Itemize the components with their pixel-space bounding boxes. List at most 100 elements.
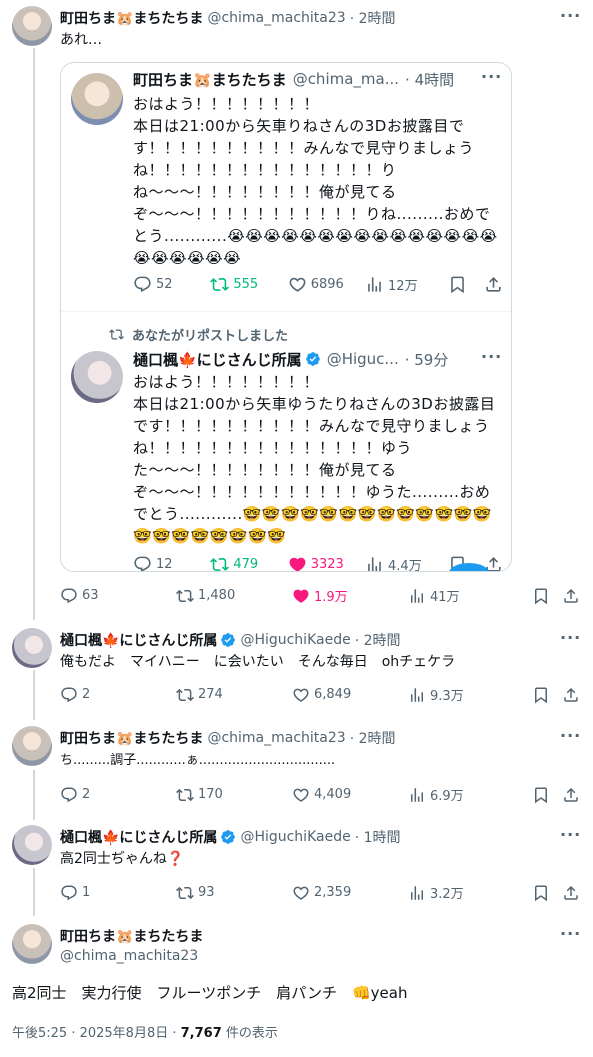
author-name[interactable]: 樋口楓🍁にじさんじ所属: [60, 630, 217, 650]
retweet-button[interactable]: 479: [210, 555, 287, 572]
reply-icon: [133, 275, 152, 294]
author-handle[interactable]: @chima_ma...: [293, 70, 399, 88]
more-options-icon[interactable]: ···: [481, 347, 502, 366]
like-button[interactable]: 6,849: [292, 686, 408, 704]
reply-count: 1: [82, 885, 91, 900]
more-options-icon[interactable]: ···: [560, 924, 581, 943]
bookmark-button[interactable]: [532, 587, 562, 605]
timestamp[interactable]: · 1時間: [355, 827, 401, 847]
quoted-tweets-card[interactable]: 町田ちま🐹まちたちま @chima_ma... · 4時間 ··· おはよう！！…: [60, 62, 512, 572]
reply-button[interactable]: 1: [60, 884, 176, 902]
like-button[interactable]: 1.9万: [292, 586, 408, 605]
thread-line: [33, 48, 35, 620]
retweet-count: 93: [198, 885, 215, 900]
author-handle[interactable]: @chima_machita23: [207, 730, 345, 746]
like-button[interactable]: 2,359: [292, 884, 408, 902]
retweet-button[interactable]: 93: [176, 884, 292, 902]
timestamp[interactable]: · 2時間: [350, 728, 396, 748]
author-handle[interactable]: @Higuc...: [327, 350, 399, 368]
tweet-meta: 午後5:25 · 2025年8月8日 · 7,767 件の表示: [12, 1022, 278, 1041]
avatar[interactable]: [12, 628, 52, 668]
reply-count: 52: [156, 277, 173, 292]
reply-icon: [60, 884, 78, 902]
timestamp[interactable]: · 2時間: [350, 8, 396, 28]
bookmark-button[interactable]: [532, 884, 562, 902]
retweet-button[interactable]: 274: [176, 686, 292, 704]
views-button[interactable]: 41万: [408, 586, 532, 605]
retweet-icon: [176, 884, 194, 902]
more-options-icon[interactable]: ···: [560, 628, 581, 647]
avatar[interactable]: [12, 825, 52, 865]
author-name[interactable]: 町田ちま🐹まちたちま: [60, 926, 203, 946]
bookmark-button[interactable]: [532, 786, 562, 804]
views-icon: [408, 786, 426, 804]
bookmark-button[interactable]: [448, 275, 484, 294]
share-button[interactable]: [562, 884, 580, 902]
more-options-icon[interactable]: ···: [560, 825, 581, 844]
author-handle[interactable]: @chima_machita23: [60, 948, 198, 964]
reply-button[interactable]: 63: [60, 587, 176, 605]
avatar[interactable]: [71, 351, 123, 403]
like-count: 6896: [310, 277, 344, 292]
author-handle[interactable]: @chima_machita23: [207, 10, 345, 26]
author-name[interactable]: 町田ちま🐹まちたちま: [133, 69, 287, 90]
view-count: 7,767: [180, 1026, 222, 1041]
share-button[interactable]: [484, 275, 503, 294]
reply-count: 63: [82, 588, 99, 603]
like-button[interactable]: 6896: [288, 275, 365, 294]
tweet-timestamp[interactable]: 午後5:25 · 2025年8月8日 ·: [12, 1026, 181, 1041]
share-button[interactable]: [562, 686, 580, 704]
retweet-button[interactable]: 1,480: [176, 587, 292, 605]
bookmark-icon: [532, 786, 550, 804]
retweet-icon: [210, 555, 229, 572]
more-options-icon[interactable]: ···: [560, 6, 581, 25]
like-button[interactable]: 4,409: [292, 786, 408, 804]
retweet-button[interactable]: 170: [176, 786, 292, 804]
retweet-icon: [176, 786, 194, 804]
bookmark-button[interactable]: [532, 686, 562, 704]
tweet-text: あれ…: [60, 32, 102, 48]
share-icon: [562, 884, 580, 902]
retweet-count: 555: [233, 277, 259, 292]
timestamp[interactable]: · 59分: [405, 349, 449, 370]
retweet-icon: [109, 327, 124, 342]
like-icon: [292, 686, 310, 704]
like-button[interactable]: 3323: [288, 555, 365, 571]
share-button[interactable]: [562, 587, 580, 605]
author-name[interactable]: 樋口楓🍁にじさんじ所属: [133, 349, 302, 370]
views-button[interactable]: 3.2万: [408, 883, 532, 902]
repost-indicator: あなたがリポストしました: [109, 325, 288, 344]
timestamp[interactable]: · 4時間: [405, 69, 454, 90]
author-handle[interactable]: @HiguchiKaede: [240, 632, 350, 648]
share-icon: [484, 275, 503, 294]
like-count: 1.9万: [314, 590, 348, 605]
more-options-icon[interactable]: ···: [560, 726, 581, 745]
bookmark-icon: [532, 884, 550, 902]
retweet-button[interactable]: 555: [210, 275, 287, 294]
views-button[interactable]: 12万: [365, 275, 448, 294]
author-handle[interactable]: @HiguchiKaede: [240, 829, 350, 845]
like-count: 4,409: [314, 787, 352, 802]
avatar[interactable]: [71, 73, 123, 125]
retweet-count: 479: [233, 557, 259, 572]
author-name[interactable]: 町田ちま🐹まちたちま: [60, 728, 203, 748]
reply-button[interactable]: 12: [133, 555, 210, 571]
avatar[interactable]: [12, 924, 52, 964]
tweet-text: おはよう！！！！！！！！ 本日は21:00から矢車ゆうたりねさんの3Dお披露目で…: [133, 373, 496, 545]
retweet-icon: [210, 275, 229, 294]
avatar[interactable]: [12, 6, 52, 46]
share-button[interactable]: [562, 786, 580, 804]
reply-button[interactable]: 2: [60, 786, 176, 804]
reply-button[interactable]: 2: [60, 686, 176, 704]
avatar[interactable]: [12, 726, 52, 766]
timestamp[interactable]: · 2時間: [355, 630, 401, 650]
reply-button[interactable]: 52: [133, 275, 210, 294]
author-name[interactable]: 町田ちま🐹まちたちま: [60, 8, 203, 28]
views-button[interactable]: 4.4万: [365, 555, 448, 571]
like-icon: [292, 786, 310, 804]
views-button[interactable]: 9.3万: [408, 685, 532, 704]
views-button[interactable]: 6.9万: [408, 785, 532, 804]
more-options-icon[interactable]: ···: [481, 67, 502, 86]
views-icon: [365, 275, 384, 294]
author-name[interactable]: 樋口楓🍁にじさんじ所属: [60, 827, 217, 847]
